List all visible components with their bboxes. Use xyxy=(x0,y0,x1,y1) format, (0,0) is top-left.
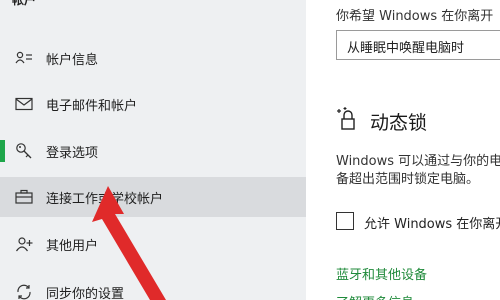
briefcase-icon xyxy=(13,186,35,208)
sidebar: 帐户 帐户信息 电子邮件和帐户 登录选项 连接工作或学校帐户 其他用户 同步你的… xyxy=(0,0,306,300)
sidebar-title: 帐户 xyxy=(12,0,37,7)
sync-icon xyxy=(13,281,35,300)
sidebar-item-sign-in-options[interactable]: 登录选项 xyxy=(0,131,306,171)
dynamic-lock-checkbox-label[interactable]: 允许 Windows 在你离开 xyxy=(364,213,500,232)
sidebar-item-other-users[interactable]: 其他用户 xyxy=(0,224,306,264)
sidebar-item-account-info[interactable]: 帐户信息 xyxy=(0,38,306,78)
sidebar-item-label: 登录选项 xyxy=(46,145,99,161)
wake-lock-dropdown[interactable]: 从睡眠中唤醒电脑时 xyxy=(336,30,500,60)
sidebar-item-email-accounts[interactable]: 电子邮件和帐户 xyxy=(0,84,306,124)
sidebar-item-label: 电子邮件和帐户 xyxy=(46,98,138,114)
key-icon xyxy=(13,140,35,162)
main-panel: 你希望 Windows 在你离开 从睡眠中唤醒电脑时 动态锁 Windows 可… xyxy=(306,0,500,300)
mail-icon xyxy=(13,93,35,115)
learn-more-link[interactable]: 了解更多信息 xyxy=(336,292,414,300)
bluetooth-devices-link[interactable]: 蓝牙和其他设备 xyxy=(336,264,427,283)
dynamic-lock-description-cont: 备超出范围时锁定电脑。 xyxy=(336,172,480,187)
sidebar-item-sync-settings[interactable]: 同步你的设置 xyxy=(0,272,306,300)
sidebar-item-label: 帐户信息 xyxy=(46,52,99,68)
sidebar-item-label: 连接工作或学校帐户 xyxy=(46,191,164,207)
dynamic-lock-description: Windows 可以通过与你的电 xyxy=(336,154,500,169)
dynamic-lock-heading: 动态锁 xyxy=(370,112,428,134)
dynamic-lock-icon xyxy=(336,106,358,132)
person-card-icon xyxy=(13,47,35,69)
sidebar-item-label: 其他用户 xyxy=(46,238,99,254)
dropdown-value: 从睡眠中唤醒电脑时 xyxy=(347,41,465,56)
sidebar-item-work-school[interactable]: 连接工作或学校帐户 xyxy=(0,177,306,217)
sidebar-item-label: 同步你的设置 xyxy=(46,286,125,300)
add-person-icon xyxy=(13,233,35,255)
dynamic-lock-checkbox[interactable] xyxy=(336,212,354,230)
lock-hint-text: 你希望 Windows 在你离开 xyxy=(336,9,494,24)
